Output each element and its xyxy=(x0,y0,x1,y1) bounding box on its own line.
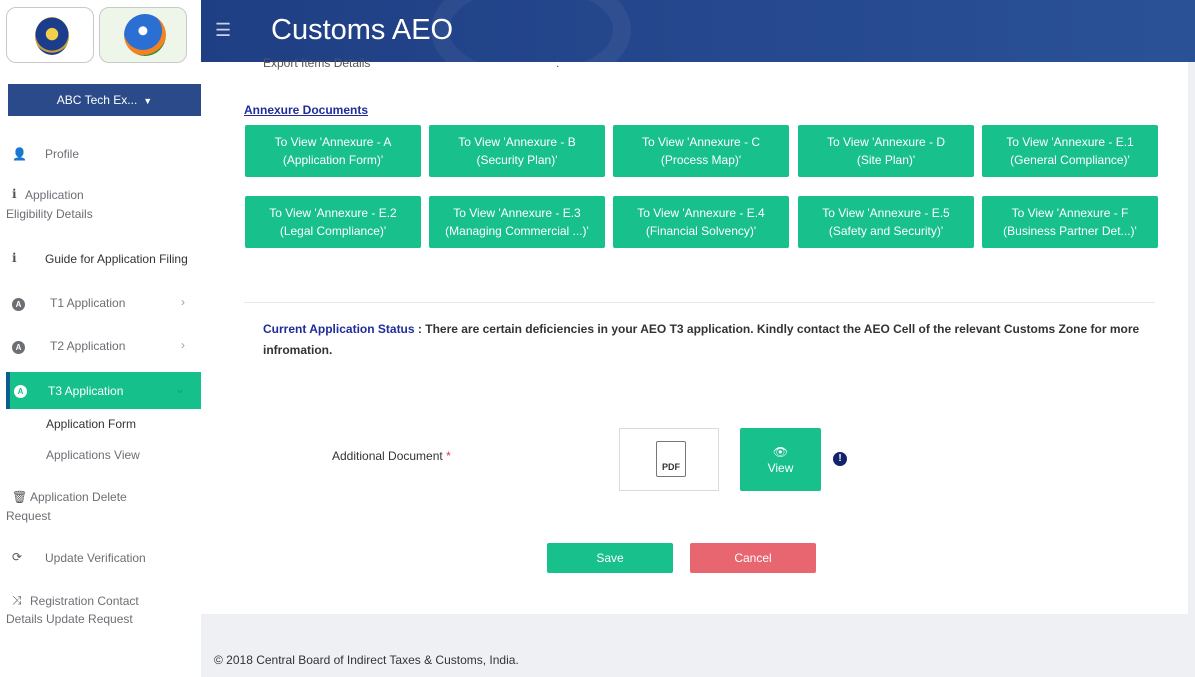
annexure-line2: (Application Form)' xyxy=(282,153,384,167)
chevron-right-icon: › xyxy=(181,338,185,352)
annexure-line1: To View 'Annexure - F xyxy=(1011,206,1129,220)
sidebar-item-eligibility[interactable]: i Application Eligibility Details xyxy=(0,187,201,221)
main-panel: Export Items Details : Annexure Document… xyxy=(201,56,1188,614)
user-icon: 👤 xyxy=(12,147,27,161)
annexure-line1: To View 'Annexure - A xyxy=(274,135,392,149)
logo-area xyxy=(0,0,201,76)
cancel-button[interactable]: Cancel xyxy=(690,543,816,573)
divider xyxy=(244,302,1155,303)
annexure-e4-button[interactable]: To View 'Annexure - E.4 (Financial Solve… xyxy=(613,196,789,248)
sidebar-item-t2[interactable]: A T2 Application › xyxy=(0,338,201,358)
sidebar-item-profile[interactable]: 👤 Profile xyxy=(0,145,201,165)
sidebar-subitem-applications-view[interactable]: Applications View xyxy=(46,448,140,462)
annexure-a-button[interactable]: To View 'Annexure - A (Application Form)… xyxy=(245,125,421,177)
application-status: Current Application Status : There are c… xyxy=(263,319,1143,361)
annexure-line1: To View 'Annexure - E.4 xyxy=(637,206,765,220)
app-title: Customs AEO xyxy=(271,14,454,46)
pdf-preview[interactable]: PDF xyxy=(619,428,719,491)
annexure-line1: To View 'Annexure - E.1 xyxy=(1006,135,1134,149)
trash-icon: 🗑 xyxy=(12,490,28,504)
footer-copyright: © 2018 Central Board of Indirect Taxes &… xyxy=(214,653,519,667)
status-key: Current Application Status xyxy=(263,322,415,336)
sidebar: ABC Tech Ex... ▼ 👤 Profile i Application … xyxy=(0,0,201,677)
sidebar-item-label: T1 Application xyxy=(50,296,126,310)
annexure-line2: (General Compliance)' xyxy=(1010,153,1130,167)
annexure-line1: To View 'Annexure - E.2 xyxy=(269,206,397,220)
caret-down-icon: ▼ xyxy=(143,96,153,106)
info-icon: i xyxy=(12,187,17,201)
shuffle-icon: ⤨ xyxy=(12,593,22,607)
chevron-right-icon: › xyxy=(181,295,185,309)
sidebar-item-label: Registration Contact xyxy=(30,594,139,608)
sidebar-item-label-2: Details Update Request xyxy=(6,612,133,626)
sidebar-item-registration-contact[interactable]: ⤨ Registration Contact Details Update Re… xyxy=(0,593,201,627)
sidebar-item-label: Guide for Application Filing xyxy=(45,252,188,266)
cbic-logo[interactable] xyxy=(6,7,94,63)
sidebar-item-t1[interactable]: A T1 Application › xyxy=(0,295,201,315)
info-icon[interactable]: ! xyxy=(833,452,847,466)
annexure-e5-button[interactable]: To View 'Annexure - E.5 (Safety and Secu… xyxy=(798,196,974,248)
sidebar-item-label: T3 Application xyxy=(48,384,124,398)
annexure-e3-button[interactable]: To View 'Annexure - E.3 (Managing Commer… xyxy=(429,196,605,248)
annexure-c-button[interactable]: To View 'Annexure - C (Process Map)' xyxy=(613,125,789,177)
info-icon: i xyxy=(12,251,17,265)
annexure-f-button[interactable]: To View 'Annexure - F (Business Partner … xyxy=(982,196,1158,248)
sidebar-item-label: Application xyxy=(25,188,84,202)
annexure-line1: To View 'Annexure - D xyxy=(826,135,946,149)
annexure-d-button[interactable]: To View 'Annexure - D (Site Plan)' xyxy=(798,125,974,177)
refresh-icon: ⟳ xyxy=(12,550,23,564)
a-circle-icon: A xyxy=(12,296,25,311)
annexure-line1: To View 'Annexure - E.3 xyxy=(453,206,581,220)
annexure-line2: (Financial Solvency)' xyxy=(645,224,757,238)
status-separator: : xyxy=(414,322,426,336)
annexure-documents-title: Annexure Documents xyxy=(244,103,369,117)
header-decoration xyxy=(431,0,631,62)
top-header: ☰ Customs AEO xyxy=(201,0,1195,62)
save-button[interactable]: Save xyxy=(547,543,673,573)
sidebar-item-label: Update Verification xyxy=(45,551,146,565)
company-name: ABC Tech Ex... xyxy=(56,93,138,107)
annexure-line2: (Process Map)' xyxy=(660,153,742,167)
annexure-b-button[interactable]: To View 'Annexure - B (Security Plan)' xyxy=(429,125,605,177)
pdf-icon: PDF xyxy=(656,441,686,477)
annexure-e1-button[interactable]: To View 'Annexure - E.1 (General Complia… xyxy=(982,125,1158,177)
required-mark: * xyxy=(446,449,451,463)
aeo-logo[interactable] xyxy=(99,7,187,63)
sidebar-item-t3[interactable]: A T3 Application ⌄ xyxy=(6,372,201,409)
annexure-line2: (Site Plan)' xyxy=(856,153,916,167)
additional-document-label: Additional Document * xyxy=(332,449,451,463)
annexure-line2: (Managing Commercial ...)' xyxy=(445,224,589,238)
sidebar-item-label: Profile xyxy=(45,147,80,161)
a-circle-icon: A xyxy=(12,339,25,354)
sidebar-item-guide[interactable]: i Guide for Application Filing xyxy=(0,250,201,270)
annexure-line1: To View 'Annexure - B xyxy=(458,135,576,149)
sidebar-item-delete-request[interactable]: 🗑 Application Delete Request xyxy=(0,489,201,523)
sidebar-item-label: T2 Application xyxy=(50,339,126,353)
sidebar-subitem-application-form[interactable]: Application Form xyxy=(46,417,136,431)
annexure-line2: (Legal Compliance)' xyxy=(279,224,387,238)
hamburger-icon[interactable]: ☰ xyxy=(215,20,231,41)
eye-icon: 👁 xyxy=(772,445,789,459)
chevron-down-icon: ⌄ xyxy=(174,382,185,396)
sidebar-item-label-2: Eligibility Details xyxy=(6,207,93,221)
annexure-line1: To View 'Annexure - E.5 xyxy=(822,206,950,220)
additional-document-text: Additional Document xyxy=(332,449,443,463)
sidebar-item-label: Application Delete xyxy=(30,490,127,504)
export-items-label: Export Items Details xyxy=(263,56,371,70)
sidebar-item-label-2: Request xyxy=(6,509,51,523)
company-dropdown[interactable]: ABC Tech Ex... ▼ xyxy=(8,84,201,116)
view-button[interactable]: 👁 View xyxy=(740,428,821,491)
annexure-line1: To View 'Annexure - C xyxy=(641,135,761,149)
export-items-colon: : xyxy=(556,56,560,70)
pdf-label: PDF xyxy=(662,462,680,472)
annexure-e2-button[interactable]: To View 'Annexure - E.2 (Legal Complianc… xyxy=(245,196,421,248)
annexure-line2: (Security Plan)' xyxy=(476,153,558,167)
globe-icon xyxy=(124,14,166,56)
annexure-line2: (Safety and Security)' xyxy=(828,224,944,238)
a-circle-icon: A xyxy=(14,383,27,398)
view-label: View xyxy=(767,461,794,475)
sidebar-item-update-verification[interactable]: ⟳ Update Verification xyxy=(0,550,201,570)
annexure-line2: (Business Partner Det...)' xyxy=(1003,224,1137,238)
emblem-icon xyxy=(35,17,69,55)
